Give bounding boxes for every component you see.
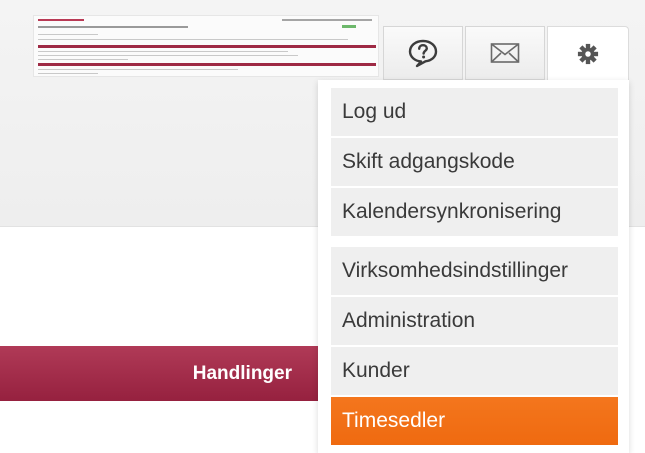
question-bubble-icon [408,39,438,68]
thumb-user-line [282,19,372,21]
thumb-row [38,51,288,52]
menu-item-log-out[interactable]: Log ud [331,88,618,136]
menu-item-calendar-sync[interactable]: Kalendersynkronisering [331,188,618,236]
menu-item-company-settings[interactable]: Virksomhedsindstillinger [331,247,618,295]
thumb-green-badge [342,25,356,28]
thumb-row [38,69,238,70]
envelope-icon [490,43,520,63]
messages-button[interactable] [465,26,545,80]
menu-item-change-password[interactable]: Skift adgangskode [331,138,618,186]
help-button[interactable] [383,26,463,80]
settings-dropdown-menu: Log ud Skift adgangskode Kalendersynkron… [318,80,629,453]
menu-item-administration[interactable]: Administration [331,297,618,345]
thumb-row [38,39,348,40]
thumb-row [38,73,98,74]
settings-button[interactable] [547,26,629,80]
thumb-row [38,59,128,60]
thumb-header-bar [38,45,376,48]
app-window: Handlinger Log ud Skift adgangskode Kale… [0,0,645,453]
thumb-row [38,55,298,56]
thumb-nav-line [38,26,188,28]
thumb-title-line [38,19,84,21]
menu-item-timesheets[interactable]: Timesedler [331,397,618,445]
menu-item-customers[interactable]: Kunder [331,347,618,395]
actions-bar[interactable]: Handlinger [0,346,318,401]
thumb-header-bar [38,63,376,66]
page-thumbnail-preview [33,15,379,77]
gear-icon [577,43,599,64]
thumb-row [38,34,98,35]
actions-label: Handlinger [192,363,292,384]
